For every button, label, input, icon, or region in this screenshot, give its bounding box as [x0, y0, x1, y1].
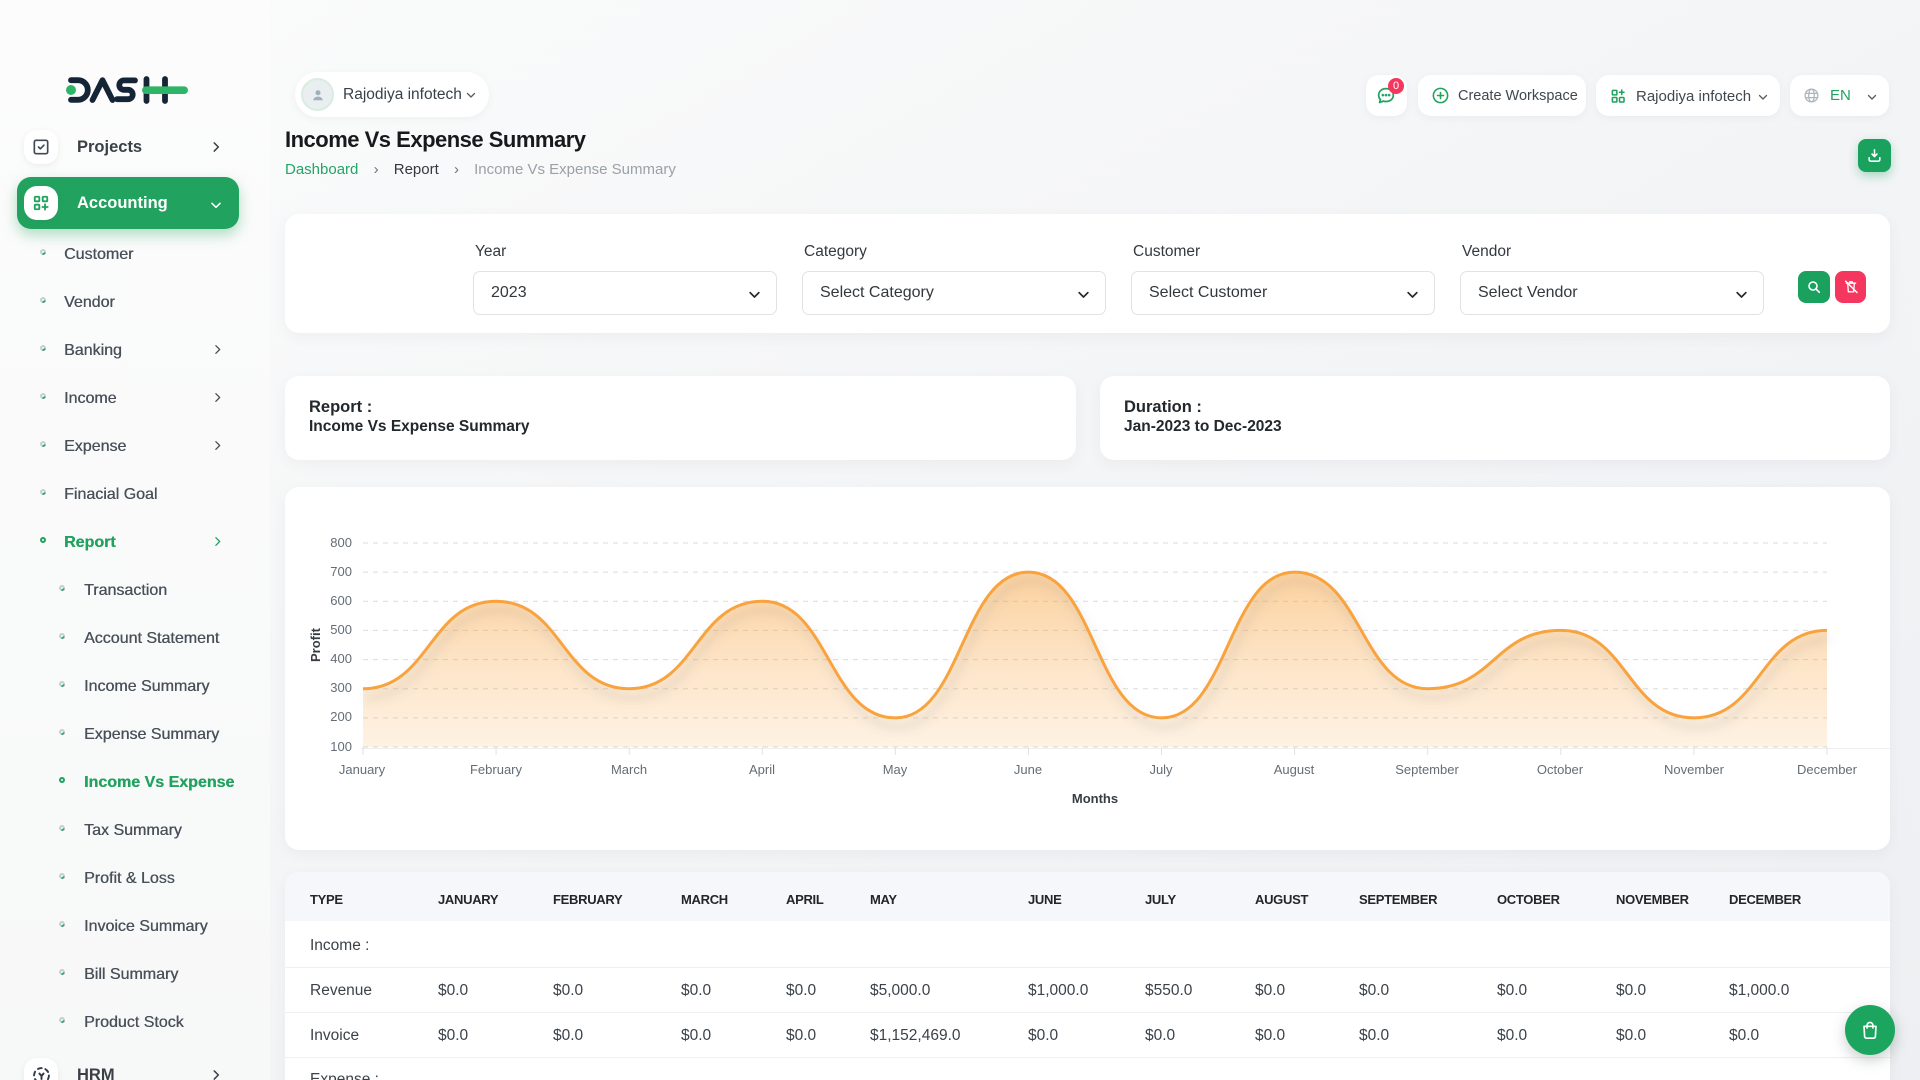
svg-text:500: 500: [330, 622, 352, 637]
svg-text:February: February: [470, 762, 523, 777]
svg-text:800: 800: [330, 535, 352, 550]
svg-text:March: March: [611, 762, 647, 777]
svg-text:300: 300: [330, 680, 352, 695]
svg-text:700: 700: [330, 564, 352, 579]
svg-text:August: August: [1274, 762, 1315, 777]
svg-text:May: May: [883, 762, 908, 777]
svg-text:400: 400: [330, 651, 352, 666]
svg-text:December: December: [1797, 762, 1858, 777]
svg-text:100: 100: [330, 739, 352, 754]
svg-text:April: April: [749, 762, 775, 777]
svg-text:January: January: [339, 762, 386, 777]
svg-text:June: June: [1014, 762, 1042, 777]
svg-text:November: November: [1664, 762, 1725, 777]
svg-text:600: 600: [330, 593, 352, 608]
svg-text:200: 200: [330, 709, 352, 724]
svg-text:Profit: Profit: [308, 627, 323, 662]
svg-text:September: September: [1395, 762, 1459, 777]
svg-text:July: July: [1149, 762, 1173, 777]
svg-text:October: October: [1537, 762, 1584, 777]
svg-text:Months: Months: [1072, 791, 1118, 806]
